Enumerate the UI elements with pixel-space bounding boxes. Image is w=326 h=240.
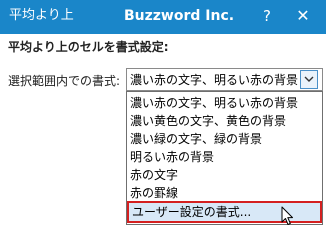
option-label: ユーザー設定の書式... [132,205,252,219]
close-button[interactable]: ✕ [290,4,316,28]
option-label: 濃い黄色の文字、黄色の背景 [130,114,287,128]
app-title: Buzzword Inc. [124,8,235,24]
select-value: 濃い赤の文字、明るい赤の背景 [130,73,299,87]
mouse-pointer-icon [281,206,293,225]
format-select[interactable]: 濃い赤の文字、明るい赤の背景 [126,68,323,91]
dropdown-option[interactable]: 明るい赤の背景 [128,148,321,166]
chevron-down-icon [304,76,314,82]
dropdown-option[interactable]: 濃い赤の文字、明るい赤の背景 [128,94,321,112]
format-label: 選択範囲内での書式: [8,74,121,88]
dropdown-option[interactable]: 濃い黄色の文字、黄色の背景 [128,112,321,130]
dropdown-option[interactable]: 赤の文字 [128,166,321,184]
format-dialog: 平均より上 Buzzword Inc. ? ✕ 平均より上のセルを書式設定: 選… [0,0,326,240]
dropdown-list[interactable]: 濃い赤の文字、明るい赤の背景 濃い黄色の文字、黄色の背景 濃い緑の文字、緑の背景… [126,91,323,225]
dropdown-option[interactable]: 赤の罫線 [128,184,321,202]
window-title: 平均より上 [9,8,74,23]
dropdown-option[interactable]: 濃い緑の文字、緑の背景 [128,130,321,148]
title-bar[interactable]: 平均より上 Buzzword Inc. ? ✕ [0,0,326,34]
option-label: 赤の罫線 [130,186,179,200]
dialog-heading: 平均より上のセルを書式設定: [8,40,169,54]
option-label: 濃い赤の文字、明るい赤の背景 [130,96,299,110]
help-button[interactable]: ? [256,4,278,28]
option-label: 濃い緑の文字、緑の背景 [130,132,263,146]
option-label: 明るい赤の背景 [130,150,215,164]
option-label: 赤の文字 [130,168,179,182]
dropdown-button[interactable] [300,70,318,89]
